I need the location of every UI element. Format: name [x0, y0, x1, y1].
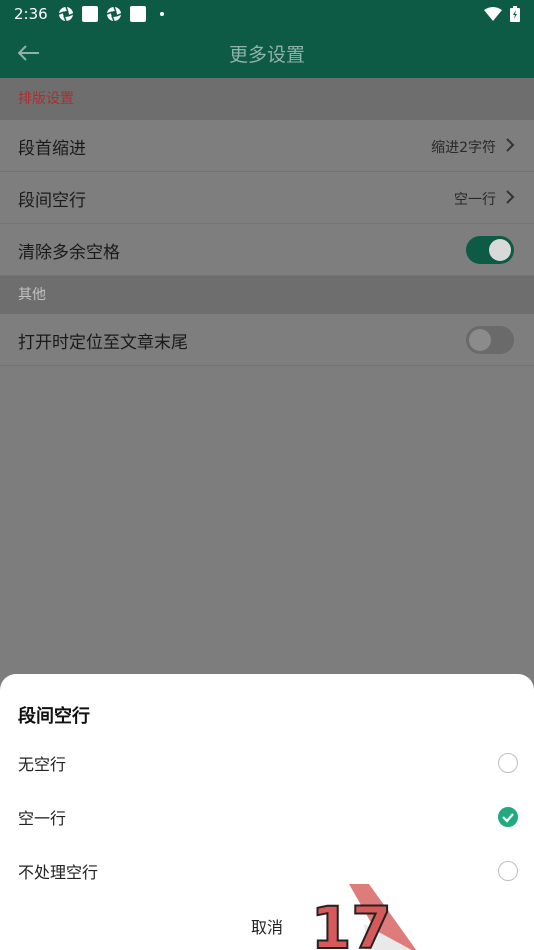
- radio-checked-icon[interactable]: [498, 807, 518, 827]
- radio-unchecked-icon[interactable]: [498, 753, 518, 773]
- aperture-icon: [58, 6, 73, 22]
- setting-value: 缩进2字符: [431, 140, 496, 156]
- setting-row-locate-end: 打开时定位至文章末尾: [0, 314, 534, 366]
- option-keep-blank-lines[interactable]: 不处理空行: [0, 847, 534, 897]
- status-time: 2:36: [14, 5, 48, 23]
- setting-label: 段首缩进: [18, 139, 86, 159]
- setting-label: 打开时定位至文章末尾: [18, 333, 188, 353]
- option-no-blank-line[interactable]: 无空行: [0, 739, 534, 789]
- notification-square-icon: [129, 6, 146, 22]
- section-header-layout: 排版设置: [0, 78, 534, 120]
- chevron-right-icon: [506, 190, 515, 204]
- setting-row-trim-spaces: 清除多余空格: [0, 224, 534, 276]
- option-label: 不处理空行: [18, 863, 99, 882]
- chevron-right-icon: [506, 138, 515, 152]
- setting-row-spacing[interactable]: 段间空行 空一行: [0, 172, 534, 224]
- setting-row-indent[interactable]: 段首缩进 缩进2字符: [0, 120, 534, 172]
- setting-value: 空一行: [454, 192, 496, 208]
- status-right: [484, 6, 520, 22]
- sheet-title: 段间空行: [18, 706, 90, 727]
- notification-square-icon: [81, 6, 98, 22]
- option-label: 无空行: [18, 755, 67, 774]
- toggle-knob: [489, 239, 511, 261]
- trim-spaces-toggle[interactable]: [466, 236, 514, 264]
- option-label: 空一行: [18, 809, 67, 828]
- app-bar: 更多设置: [0, 28, 534, 78]
- setting-label: 段间空行: [18, 191, 86, 211]
- section-header-other: 其他: [0, 276, 534, 314]
- radio-unchecked-icon[interactable]: [498, 861, 518, 881]
- status-bar: 2:36: [0, 0, 534, 28]
- locate-end-toggle[interactable]: [466, 326, 514, 354]
- setting-label: 清除多余空格: [18, 243, 120, 263]
- wifi-icon: [484, 7, 502, 21]
- toggle-knob: [469, 329, 491, 351]
- watermark-logo: 17: [310, 884, 417, 950]
- battery-charging-icon: [510, 6, 520, 22]
- checkmark-icon: [502, 813, 514, 823]
- spacing-bottom-sheet: 段间空行 无空行 空一行 不处理空行 取消 17: [0, 674, 534, 950]
- page-title: 更多设置: [228, 44, 305, 66]
- cancel-button[interactable]: 取消: [0, 914, 534, 938]
- watermark-number: 17: [311, 894, 392, 950]
- option-one-blank-line[interactable]: 空一行: [0, 793, 534, 843]
- more-notifications-dot-icon: [159, 12, 164, 16]
- aperture-icon: [106, 6, 121, 22]
